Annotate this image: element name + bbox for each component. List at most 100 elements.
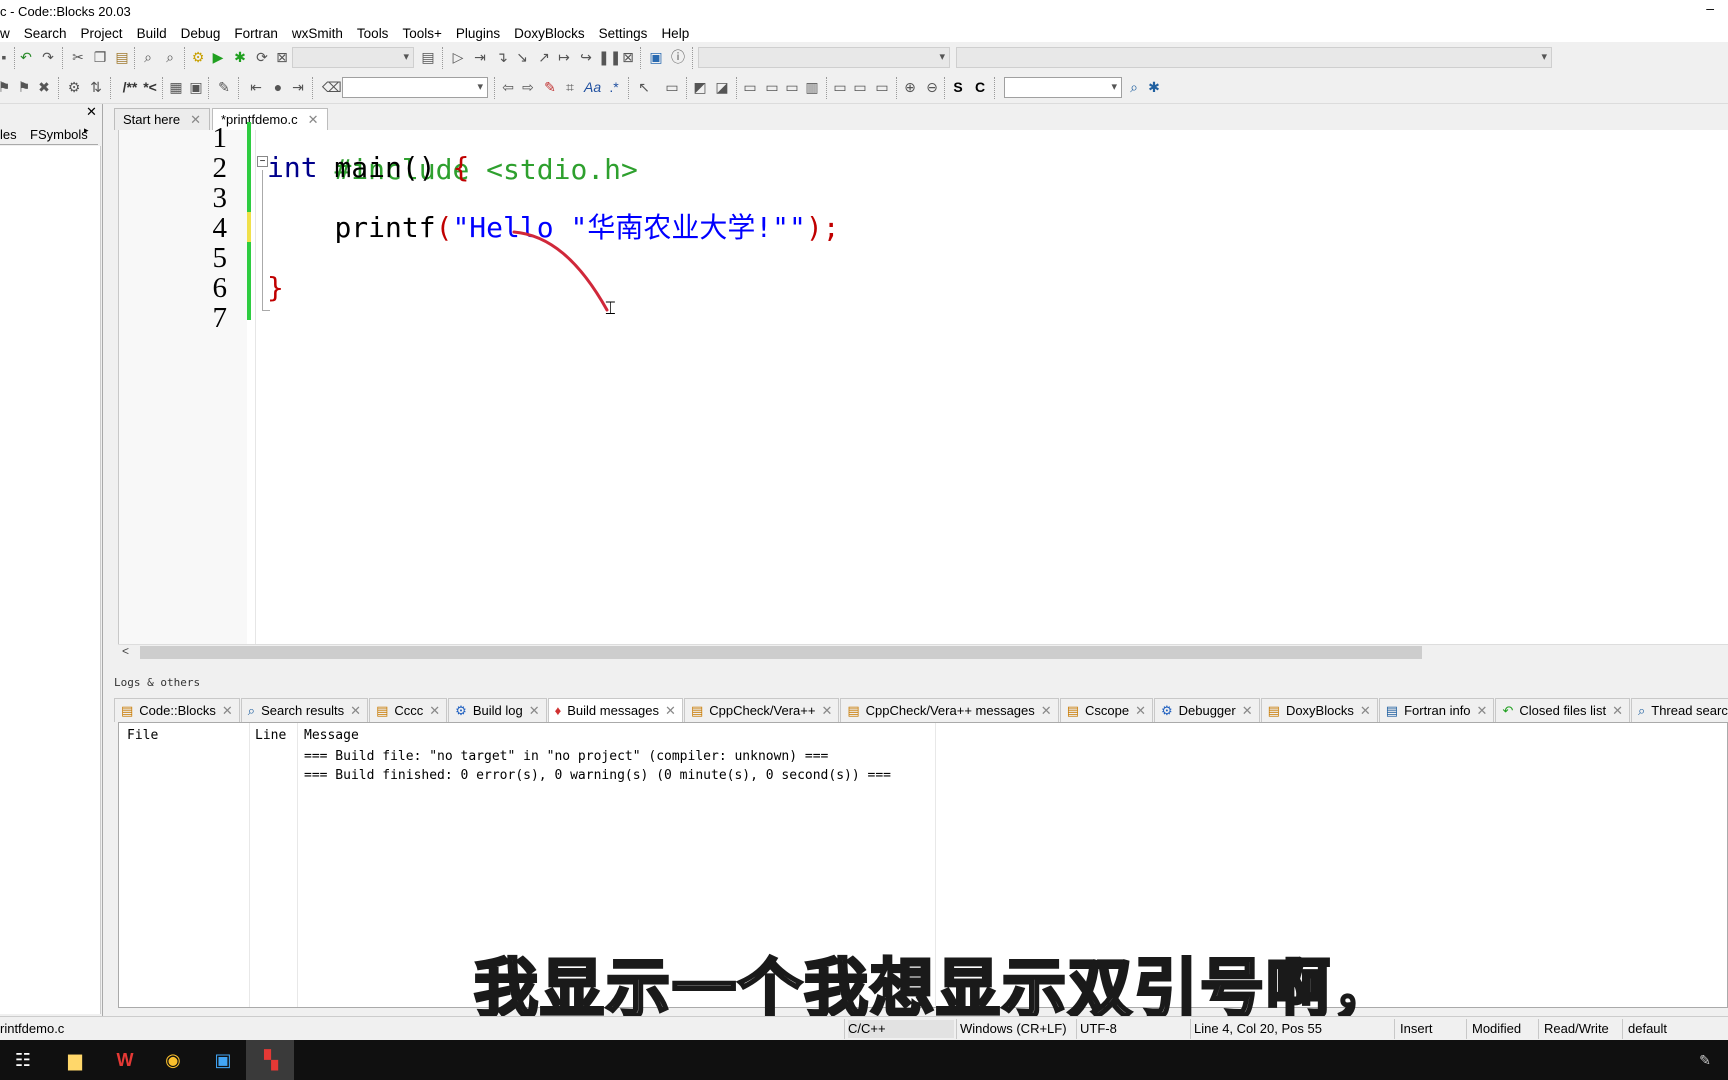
menu-item-wxsmith[interactable]: wxSmith xyxy=(285,26,350,41)
next-instruction-icon[interactable]: ↦ xyxy=(556,49,572,65)
highlight-icon[interactable]: ✎ xyxy=(542,79,558,95)
close-tab-icon[interactable]: ✕ xyxy=(665,703,676,722)
build-icon[interactable]: ⚙ xyxy=(190,49,206,65)
scroll-left-icon[interactable]: < xyxy=(122,644,129,658)
regex-icon[interactable]: .* xyxy=(606,79,622,95)
menu-item-fortran[interactable]: Fortran xyxy=(227,26,285,41)
export-c-button[interactable]: C xyxy=(972,79,988,95)
copy-icon[interactable]: ❐ xyxy=(92,49,108,65)
doxy-chm-icon[interactable]: ▣ xyxy=(188,79,204,95)
doxy-html-icon[interactable]: ▦ xyxy=(168,79,184,95)
paste-icon[interactable]: ▤ xyxy=(114,49,130,65)
debug-info-icon[interactable]: ⓘ xyxy=(670,49,686,65)
tab-debugger[interactable]: ⚙ Debugger ✕ xyxy=(1153,698,1260,722)
tab-cppcheck[interactable]: ▤ CppCheck/Vera++ ✕ xyxy=(683,698,840,722)
tab-thread-search[interactable]: ⌕ Thread search xyxy=(1630,698,1728,722)
tab-doxyblocks[interactable]: ▤ DoxyBlocks ✕ xyxy=(1260,698,1378,722)
menu-item-settings[interactable]: Settings xyxy=(592,26,655,41)
step-out-icon[interactable]: ↗ xyxy=(536,49,552,65)
task-view-icon[interactable]: ☷ xyxy=(8,1046,38,1074)
shape-rect-icon[interactable]: ▭ xyxy=(664,79,680,95)
code-editor[interactable]: 1 2 3 4 5 6 7 − #include <stdio.h> int m… xyxy=(118,122,1728,647)
cut-icon[interactable]: ✂ xyxy=(70,49,86,65)
menu-item-help[interactable]: Help xyxy=(654,26,696,41)
code-function-select[interactable] xyxy=(956,47,1552,68)
save-icon[interactable]: ▪ xyxy=(0,49,12,65)
close-tab-icon[interactable]: ✕ xyxy=(429,703,440,722)
close-tab-icon[interactable]: ✕ xyxy=(350,703,361,722)
list-item[interactable]: === Build finished: 0 error(s), 0 warnin… xyxy=(304,768,891,783)
build-and-run-icon[interactable]: ✱ xyxy=(232,49,248,65)
list-item[interactable]: === Build file: "no target" in "no proje… xyxy=(304,749,828,764)
next-line-icon[interactable]: ↴ xyxy=(494,49,510,65)
menu-item-doxyblocks[interactable]: DoxyBlocks xyxy=(507,26,592,41)
zoom-out-icon[interactable]: ⊖ xyxy=(924,79,940,95)
tab-fortran-info[interactable]: ▤ Fortran info ✕ xyxy=(1378,698,1495,722)
tab-cppcheck-messages[interactable]: ▤ CppCheck/Vera++ messages ✕ xyxy=(840,698,1059,722)
redo-icon[interactable]: ↷ xyxy=(40,49,56,65)
tab-build-log[interactable]: ⚙ Build log ✕ xyxy=(448,698,547,722)
close-tab-icon[interactable]: ✕ xyxy=(1360,703,1371,722)
doxy-extract-icon[interactable]: ⇅ xyxy=(88,79,104,95)
search-prev-icon[interactable]: ⇦ xyxy=(500,79,516,95)
menu-item-search[interactable]: Search xyxy=(17,26,74,41)
close-tab-icon[interactable]: ✕ xyxy=(1041,703,1052,722)
close-tab-icon[interactable]: ✕ xyxy=(1135,703,1146,722)
close-tab-icon[interactable]: ✕ xyxy=(821,703,832,722)
jump-home-icon[interactable]: ● xyxy=(270,79,286,95)
video-app-icon[interactable]: ▣ xyxy=(208,1046,238,1074)
show-options-icon[interactable]: ▤ xyxy=(420,49,436,65)
step-into-icon[interactable]: ↘ xyxy=(514,49,530,65)
tab-closed-files[interactable]: ↶ Closed files list ✕ xyxy=(1495,698,1630,722)
tab-build-messages[interactable]: ♦ Build messages ✕ xyxy=(547,698,683,722)
jump-forward-icon[interactable]: ⇥ xyxy=(290,79,306,95)
column-header-line[interactable]: Line xyxy=(255,728,286,743)
match-case-icon[interactable]: ⌗ xyxy=(562,79,578,95)
incremental-search-input[interactable] xyxy=(342,77,488,98)
nassi-icon-4[interactable]: ▭ xyxy=(764,79,780,95)
codeblocks-taskbar-icon[interactable]: ▚ xyxy=(256,1046,286,1074)
menu-item-build[interactable]: Build xyxy=(130,26,174,41)
nassi-icon-3[interactable]: ▭ xyxy=(742,79,758,95)
tab-codeblocks-log[interactable]: ▤ Code::Blocks ✕ xyxy=(114,698,240,722)
toggle-bookmark-icon[interactable]: ⚑ xyxy=(0,79,12,95)
menu-item-tools-plus[interactable]: Tools+ xyxy=(395,26,448,41)
hscroll-thumb[interactable] xyxy=(140,646,1422,659)
tab-search-results[interactable]: ⌕ Search results ✕ xyxy=(240,698,369,722)
close-tab-icon[interactable]: ✕ xyxy=(529,703,540,722)
tab-cscope[interactable]: ▤ Cscope ✕ xyxy=(1059,698,1153,722)
find-combo-input[interactable] xyxy=(1004,77,1122,98)
undo-icon[interactable]: ↶ xyxy=(18,49,34,65)
pen-tray-icon[interactable]: ✎ xyxy=(1690,1046,1720,1074)
clear-bookmarks-icon[interactable]: ✖ xyxy=(36,79,52,95)
close-tab-icon[interactable]: ✕ xyxy=(1477,703,1488,722)
tab-files[interactable]: les xyxy=(0,127,17,142)
tab-fsymbols[interactable]: FSymbols xyxy=(30,127,88,142)
menu-item-view[interactable]: w xyxy=(0,26,17,41)
prev-bookmark-icon[interactable]: ⚑ xyxy=(16,79,32,95)
stop-debug-icon[interactable]: ⊠ xyxy=(620,49,636,65)
chrome-icon[interactable]: ◉ xyxy=(158,1046,188,1074)
pointer-icon[interactable]: ↖ xyxy=(636,79,652,95)
minimize-button[interactable]: – xyxy=(1706,0,1714,16)
run-to-cursor-icon[interactable]: ⇥ xyxy=(472,49,488,65)
export-source-button[interactable]: S xyxy=(950,79,966,95)
search-next-icon[interactable]: ⇨ xyxy=(520,79,536,95)
run-icon[interactable]: ▶ xyxy=(210,49,226,65)
tab-cccc[interactable]: ▤ Cccc ✕ xyxy=(369,698,448,722)
debug-start-icon[interactable]: ▷ xyxy=(450,49,466,65)
menu-item-project[interactable]: Project xyxy=(74,26,130,41)
rebuild-icon[interactable]: ⟳ xyxy=(254,49,270,65)
wps-office-icon[interactable]: W xyxy=(110,1046,140,1074)
nassi-icon-9[interactable]: ▭ xyxy=(874,79,890,95)
replace-icon[interactable]: ⌕ xyxy=(162,49,178,65)
zoom-in-icon[interactable]: ⊕ xyxy=(902,79,918,95)
column-header-file[interactable]: File xyxy=(127,728,158,743)
menu-item-tools[interactable]: Tools xyxy=(350,26,396,41)
close-tab-icon[interactable]: ✕ xyxy=(1612,703,1623,722)
nassi-icon-8[interactable]: ▭ xyxy=(852,79,868,95)
close-tab-icon[interactable]: ✕ xyxy=(1242,703,1253,722)
menu-item-debug[interactable]: Debug xyxy=(174,26,228,41)
wrench-icon[interactable]: ✎ xyxy=(216,79,232,95)
line-comment-button[interactable]: *< xyxy=(140,79,160,95)
